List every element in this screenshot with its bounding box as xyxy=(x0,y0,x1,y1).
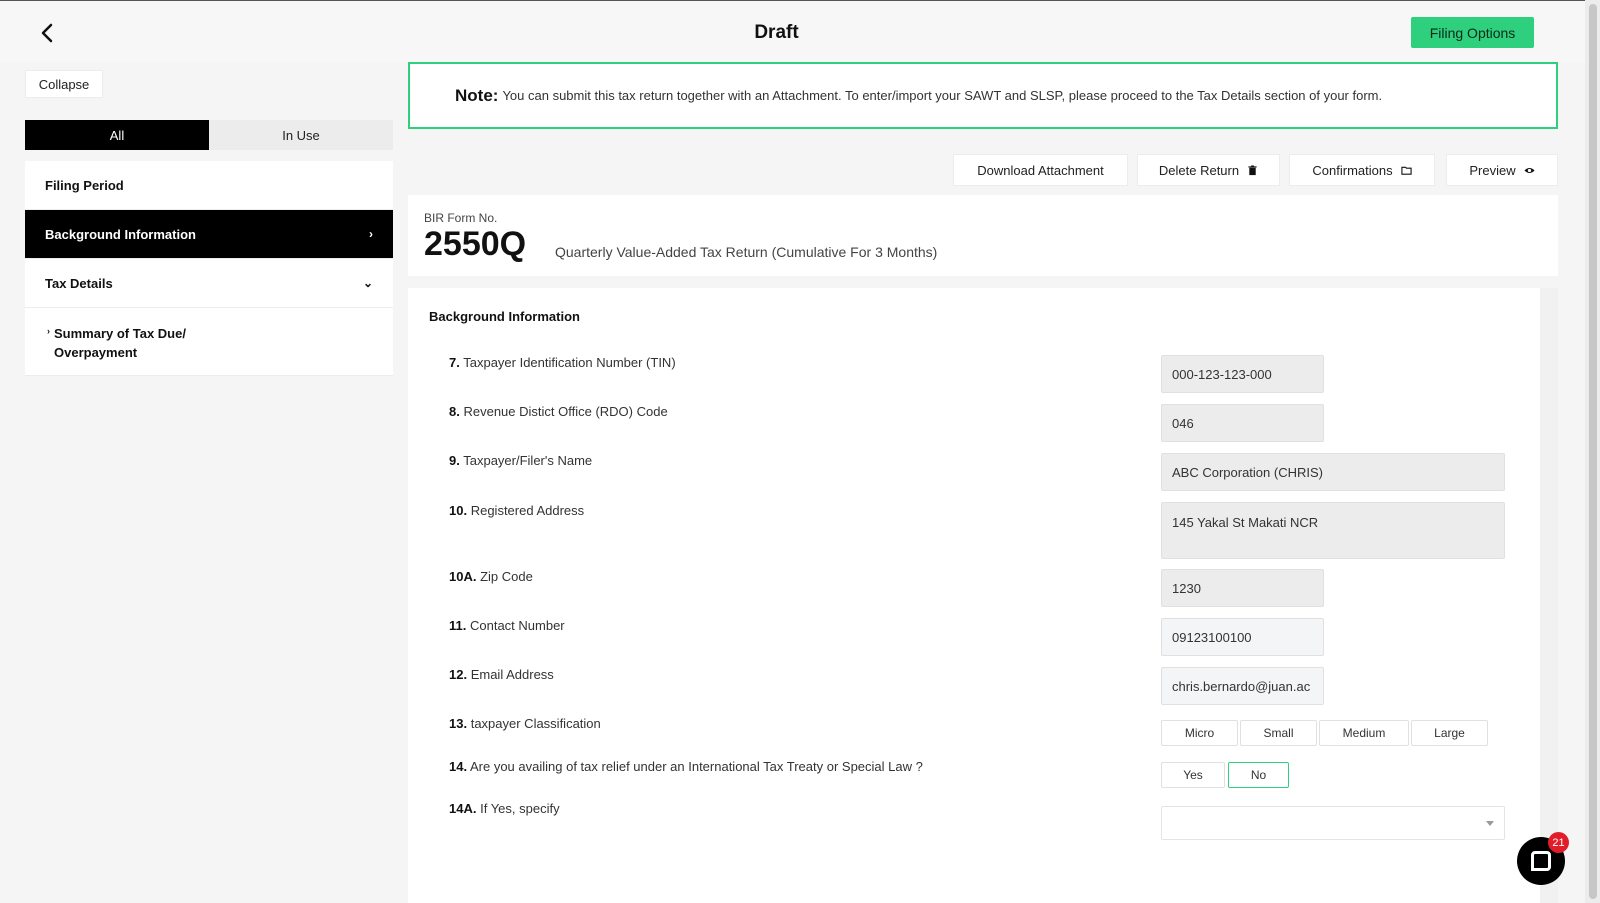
classification-small-button[interactable]: Small xyxy=(1240,720,1317,746)
sidebar-item-summary-of-tax-due[interactable]: › Summary of Tax Due/ Overpayment xyxy=(25,308,393,376)
field-number: 7. xyxy=(449,355,460,370)
field-number: 9. xyxy=(449,453,460,468)
field-label-text: Are you availing of tax relief under an … xyxy=(469,759,923,774)
page-title: Draft xyxy=(754,22,799,43)
field-label-text: If Yes, specify xyxy=(480,801,560,816)
classification-medium-button[interactable]: Medium xyxy=(1319,720,1409,746)
folder-icon xyxy=(1400,166,1412,175)
delete-return-button[interactable]: Delete Return xyxy=(1137,154,1280,186)
rdo-label: 8. Revenue Distict Office (RDO) Code xyxy=(449,404,668,419)
address-label: 10. Registered Address xyxy=(449,503,584,518)
filter-toggle: All In Use xyxy=(25,120,393,150)
bir-form-card: BIR Form No. 2550Q Quarterly Value-Added… xyxy=(408,195,1558,276)
field-label-text: Revenue Distict Office (RDO) Code xyxy=(463,404,668,419)
sidebar-item-background-information[interactable]: Background Information › xyxy=(25,210,393,259)
chat-notification-badge: 21 xyxy=(1548,832,1569,853)
classification-large-button[interactable]: Large xyxy=(1411,720,1488,746)
field-label-text: Taxpayer Identification Number (TIN) xyxy=(463,355,676,370)
classification-micro-button[interactable]: Micro xyxy=(1161,720,1238,746)
field-number: 10. xyxy=(449,503,468,518)
zip-label: 10A. Zip Code xyxy=(449,569,533,584)
field-label-text: Contact Number xyxy=(469,618,565,633)
trash-icon xyxy=(1248,164,1257,175)
field-label-text: Zip Code xyxy=(480,569,533,584)
rdo-input[interactable] xyxy=(1161,404,1324,442)
tax-relief-yes-button[interactable]: Yes xyxy=(1161,762,1225,788)
sidebar-item-filing-period[interactable]: Filing Period xyxy=(25,161,393,210)
filter-in-use-button[interactable]: In Use xyxy=(209,120,393,150)
email-address-input[interactable] xyxy=(1161,667,1324,705)
field-label-text: Email Address xyxy=(470,667,554,682)
chevron-right-icon: › xyxy=(369,227,373,241)
caret-down-icon xyxy=(1486,821,1494,826)
field-number: 8. xyxy=(449,404,460,419)
field-label-text: Registered Address xyxy=(470,503,585,518)
specify-select[interactable] xyxy=(1161,806,1505,840)
sidebar-item-label: Filing Period xyxy=(45,177,124,193)
field-number: 14. xyxy=(449,759,468,774)
preview-button[interactable]: Preview xyxy=(1446,154,1558,186)
name-label: 9. Taxpayer/Filer's Name xyxy=(449,453,592,468)
page-scrollbar-thumb[interactable] xyxy=(1589,4,1597,899)
tax-relief-no-button[interactable]: No xyxy=(1228,762,1289,788)
eye-icon xyxy=(1524,167,1535,173)
filing-options-button[interactable]: Filing Options xyxy=(1411,17,1534,48)
bir-form-description: Quarterly Value-Added Tax Return (Cumula… xyxy=(555,244,938,260)
field-label-text: Taxpayer/Filer's Name xyxy=(463,453,593,468)
tax-relief-label: 14. Are you availing of tax relief under… xyxy=(449,759,923,774)
preview-label: Preview xyxy=(1469,162,1516,178)
confirmations-button[interactable]: Confirmations xyxy=(1289,154,1435,186)
contact-number-input[interactable] xyxy=(1161,618,1324,656)
note-text: You can submit this tax return together … xyxy=(502,88,1383,103)
chat-bubble-icon xyxy=(1531,851,1551,871)
tin-input[interactable] xyxy=(1161,355,1324,393)
field-number: 14A. xyxy=(449,801,477,816)
field-number: 10A. xyxy=(449,569,477,584)
note-title: Note: xyxy=(455,85,499,105)
email-label: 12. Email Address xyxy=(449,667,554,682)
sidebar-item-label: Summary of Tax Due/ Overpayment xyxy=(54,326,186,360)
chevron-down-icon: ⌄ xyxy=(362,276,373,290)
field-number: 13. xyxy=(449,716,468,731)
confirmations-label: Confirmations xyxy=(1312,162,1393,178)
specify-label: 14A. If Yes, specify xyxy=(449,801,560,816)
download-attachment-button[interactable]: Download Attachment xyxy=(953,154,1128,186)
filter-all-button[interactable]: All xyxy=(25,120,209,150)
field-number: 12. xyxy=(449,667,468,682)
contact-label: 11. Contact Number xyxy=(449,618,565,633)
sidebar-item-label: Tax Details xyxy=(45,275,113,291)
note-banner: Note: You can submit this tax return tog… xyxy=(408,62,1558,129)
sidebar-item-tax-details[interactable]: Tax Details ⌄ xyxy=(25,259,393,308)
top-bar: Draft Filing Options xyxy=(0,0,1585,62)
bir-form-number: 2550Q xyxy=(424,225,527,263)
sidebar-nav: Filing Period Background Information › T… xyxy=(25,161,393,376)
sidebar-item-label: Background Information xyxy=(45,226,196,242)
download-attachment-label: Download Attachment xyxy=(977,162,1104,178)
registered-address-input[interactable]: 145 Yakal St Makati NCR xyxy=(1161,502,1505,559)
bir-form-label: BIR Form No. xyxy=(424,211,498,225)
collapse-button[interactable]: Collapse xyxy=(25,70,103,98)
zip-code-input[interactable] xyxy=(1161,569,1324,607)
delete-return-label: Delete Return xyxy=(1158,162,1240,178)
tin-label: 7. Taxpayer Identification Number (TIN) xyxy=(449,355,676,370)
section-title: Background Information xyxy=(429,309,580,324)
taxpayer-name-input[interactable] xyxy=(1161,453,1505,491)
classification-label: 13. taxpayer Classification xyxy=(449,716,601,731)
form-gutter xyxy=(1540,288,1558,903)
chevron-icon: › xyxy=(47,326,50,336)
field-label-text: taxpayer Classification xyxy=(470,716,601,731)
field-number: 11. xyxy=(449,618,467,633)
